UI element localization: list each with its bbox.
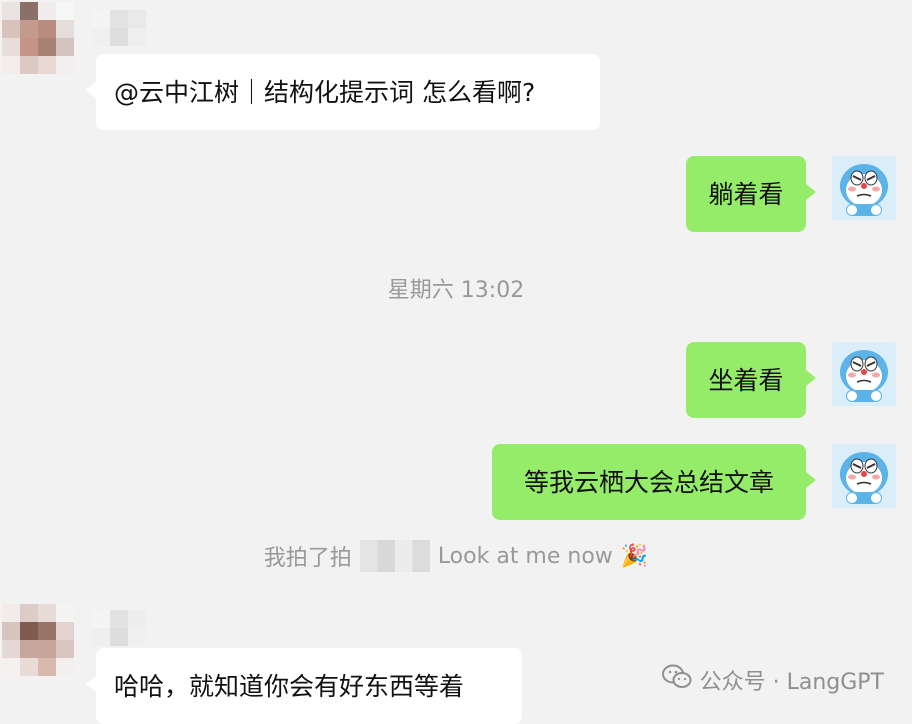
pat-prefix: 我拍了拍 xyxy=(263,546,352,571)
timestamp-text: 星期六 13:02 xyxy=(387,278,525,303)
message-text: 哈哈，就知道你会有好东西等着 xyxy=(114,671,465,701)
pat-suffix: Look at me now xyxy=(437,543,613,569)
message-bubble[interactable]: 坐着看 xyxy=(686,342,816,418)
wechat-icon xyxy=(661,664,692,696)
avatar[interactable] xyxy=(2,2,74,74)
doraemon-avatar-icon xyxy=(832,444,896,508)
party-popper-icon: 🎉 xyxy=(620,543,649,569)
avatar[interactable] xyxy=(832,342,896,406)
avatar[interactable] xyxy=(832,444,896,508)
avatar[interactable] xyxy=(2,604,74,676)
timestamp: 星期六 13:02 xyxy=(0,272,912,304)
sender-name-redacted xyxy=(92,610,146,646)
watermark: 公众号 · LangGPT xyxy=(661,664,884,696)
avatar[interactable] xyxy=(832,156,896,220)
sender-name-redacted xyxy=(92,10,146,46)
message-text: @云中江树｜结构化提示词 怎么看啊? xyxy=(114,77,536,107)
doraemon-avatar-icon xyxy=(832,156,896,220)
message-bubble[interactable]: 哈哈，就知道你会有好东西等着 xyxy=(86,648,522,724)
redacted-name xyxy=(359,540,430,572)
message-text: 躺着看 xyxy=(708,179,784,209)
message-bubble[interactable]: @云中江树｜结构化提示词 怎么看啊? xyxy=(86,54,600,130)
pat-notice: 我拍了拍 Look at me now 🎉 xyxy=(0,540,912,572)
message-bubble[interactable]: 等我云栖大会总结文章 xyxy=(492,444,816,520)
watermark-text: 公众号 · LangGPT xyxy=(699,670,884,695)
doraemon-avatar-icon xyxy=(832,342,896,406)
message-bubble[interactable]: 躺着看 xyxy=(686,156,816,232)
chat-area: @云中江树｜结构化提示词 怎么看啊? 躺着看 星期六 13:02 坐着看 等我云… xyxy=(0,0,912,724)
message-text: 坐着看 xyxy=(708,365,784,395)
message-text: 等我云栖大会总结文章 xyxy=(523,467,774,497)
